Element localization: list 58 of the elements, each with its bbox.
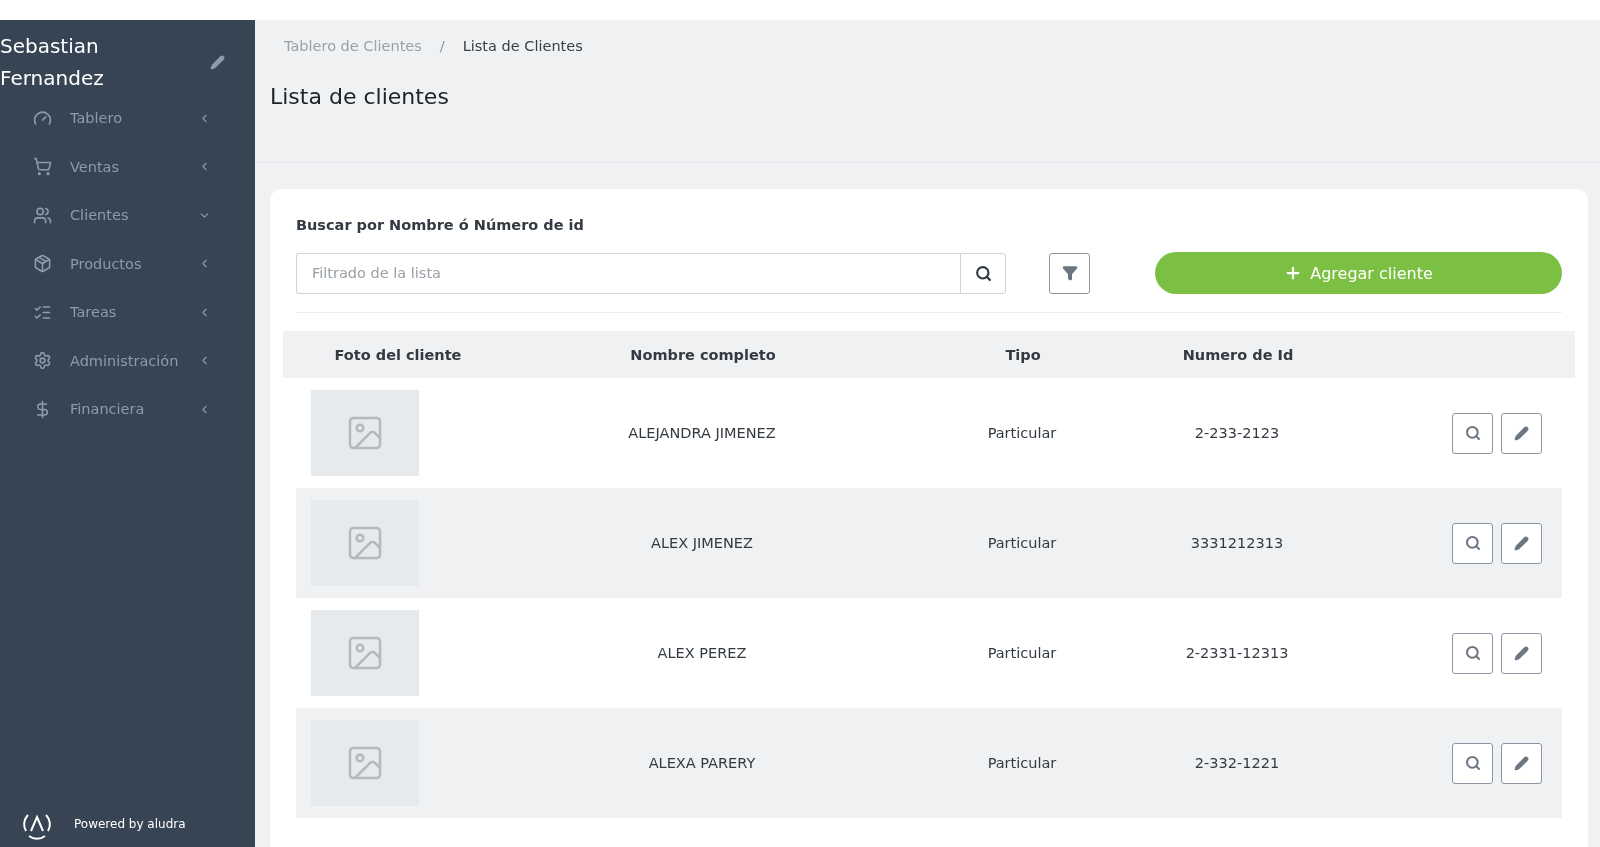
table-cell-text: 2-2331-12313	[1184, 645, 1290, 661]
user-name: Sebastian Fernandez	[0, 33, 105, 92]
sidebar-item[interactable]: Administración	[0, 336, 255, 385]
search-icon	[1464, 425, 1481, 441]
sidebar-item[interactable]: Tareas	[0, 288, 255, 337]
table-cell-text: ALEX PEREZ	[656, 645, 748, 661]
column-header: Tipo	[1004, 346, 1042, 363]
column-header: Numero de Id	[1181, 346, 1295, 363]
box-icon	[33, 254, 52, 274]
sidebar-item[interactable]: Tablero	[0, 94, 255, 143]
table-cell-text: 3331212313	[1189, 535, 1285, 551]
gauge-icon	[33, 108, 52, 128]
pencil-icon	[1514, 645, 1529, 661]
cart-icon	[33, 157, 52, 177]
search-field[interactable]: Filtrado de la lista	[296, 252, 960, 294]
view-button[interactable]	[1452, 632, 1493, 674]
pencil-icon	[1514, 535, 1529, 551]
sidebar-item[interactable]: Ventas	[0, 142, 255, 191]
table-cell-text: 2-332-1221	[1193, 755, 1281, 771]
pencil-icon	[1514, 755, 1529, 771]
view-button[interactable]	[1452, 522, 1493, 564]
column-header: Foto del cliente	[333, 346, 463, 363]
powered-by-text: Powered by aludra	[74, 817, 186, 831]
column-header: Nombre completo	[629, 346, 777, 363]
search-icon	[974, 264, 992, 282]
table-cell-text: Particular	[986, 755, 1058, 771]
table-cell-text: 2-233-2123	[1193, 425, 1281, 441]
edit-button[interactable]	[1501, 412, 1542, 454]
table-cell-text: Particular	[986, 425, 1058, 441]
breadcrumb-link[interactable]: Tablero de Clientes	[284, 38, 422, 54]
edit-button[interactable]	[1501, 742, 1542, 784]
search-icon	[1464, 755, 1481, 771]
pencil-icon	[1514, 425, 1529, 441]
view-button[interactable]	[1452, 742, 1493, 784]
gear-icon	[33, 351, 52, 371]
table-cell-text: ALEXA PARERY	[647, 755, 757, 771]
edit-button[interactable]	[1501, 632, 1542, 674]
table-cell-text: Particular	[986, 645, 1058, 661]
sidebar-item[interactable]: Clientes	[0, 191, 255, 240]
add-client-button[interactable]: Agregar cliente	[1155, 252, 1562, 294]
view-button[interactable]	[1452, 412, 1493, 454]
filter-icon	[1061, 265, 1078, 281]
edit-button[interactable]	[1501, 522, 1542, 564]
table-cell-text: ALEX JIMENEZ	[650, 535, 754, 551]
table-cell-text: Particular	[986, 535, 1058, 551]
search-label: Buscar por Nombre ó Número de id	[295, 217, 585, 233]
edit-icon[interactable]	[210, 54, 225, 70]
breadcrumb-link[interactable]: Lista de Clientes	[462, 38, 583, 54]
table-cell-text: ALEJANDRA JIMENEZ	[627, 425, 777, 441]
search-button[interactable]	[960, 252, 1006, 294]
breadcrumb-separator: /	[439, 38, 445, 54]
sidebar-item[interactable]: Productos	[0, 239, 255, 288]
users-icon	[33, 205, 52, 225]
page-title: Lista de clientes	[270, 84, 450, 109]
search-icon	[1464, 535, 1481, 551]
search-icon	[1464, 645, 1481, 661]
filter-button[interactable]	[1049, 252, 1090, 294]
sidebar-item[interactable]: Financiera	[0, 385, 255, 434]
